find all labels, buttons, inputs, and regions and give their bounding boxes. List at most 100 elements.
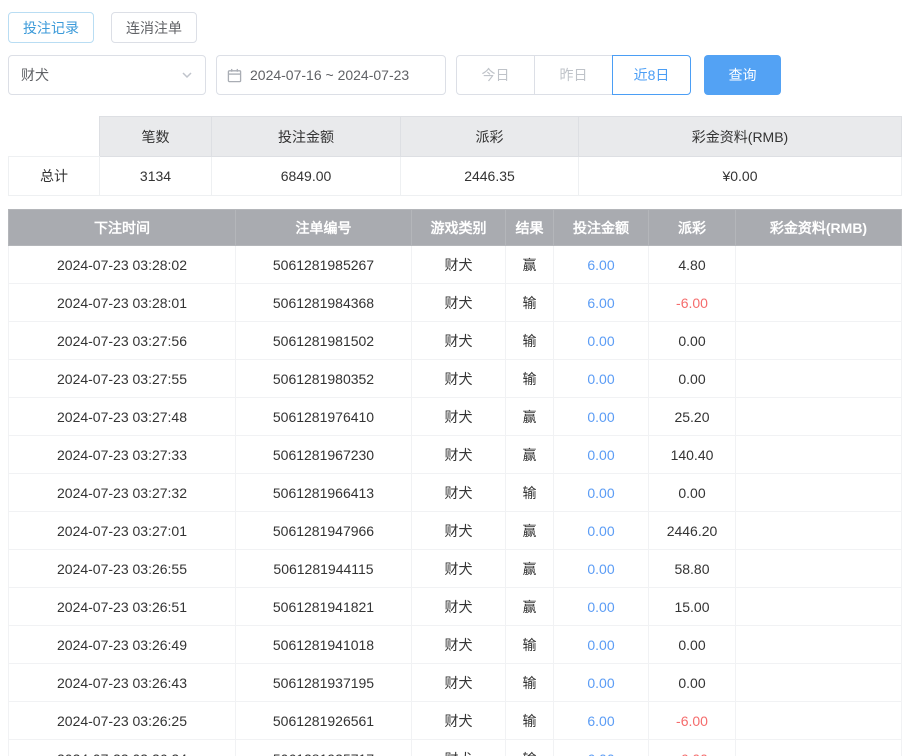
date-range-picker[interactable]: 2024-07-16 ~ 2024-07-23: [216, 55, 446, 95]
bonus-cell: [736, 588, 902, 626]
bonus-cell: [736, 246, 902, 284]
game-select-value: 财犬: [21, 65, 49, 85]
order-id-cell: 5061281941821: [236, 588, 412, 626]
bet-amount-link[interactable]: 0.00: [554, 550, 649, 588]
bet-amount-link[interactable]: 6.00: [554, 740, 649, 756]
result-cell: 赢: [506, 436, 554, 474]
table-row: 2024-07-23 03:26:515061281941821财犬赢0.001…: [9, 588, 902, 626]
bonus-cell: [736, 474, 902, 512]
order-id-cell: 5061281947966: [236, 512, 412, 550]
bet-time-cell: 2024-07-23 03:27:33: [9, 436, 236, 474]
order-id-cell: 5061281981502: [236, 322, 412, 360]
table-row: 2024-07-23 03:26:435061281937195财犬输0.000…: [9, 664, 902, 702]
payout-cell: 15.00: [649, 588, 736, 626]
date-range-value: 2024-07-16 ~ 2024-07-23: [250, 67, 409, 83]
tab-bet-records[interactable]: 投注记录: [8, 12, 94, 43]
summary-header-bonus: 彩金资料(RMB): [579, 117, 902, 157]
col-header-order-id: 注单编号: [236, 210, 412, 246]
summary-total-bonus: ¥0.00: [579, 157, 902, 196]
today-button[interactable]: 今日: [456, 55, 535, 95]
bet-amount-link[interactable]: 0.00: [554, 474, 649, 512]
filter-bar: 财犬 2024-07-16 ~ 2024-07-23 今日 昨日 近8日 查询: [8, 55, 901, 95]
bet-amount-link[interactable]: 0.00: [554, 360, 649, 398]
bet-amount-link[interactable]: 0.00: [554, 322, 649, 360]
result-cell: 输: [506, 322, 554, 360]
bet-amount-link[interactable]: 0.00: [554, 436, 649, 474]
bonus-cell: [736, 436, 902, 474]
bet-table-body: 2024-07-23 03:28:025061281985267财犬赢6.004…: [9, 246, 902, 756]
order-id-cell: 5061281925717: [236, 740, 412, 756]
bet-amount-link[interactable]: 0.00: [554, 626, 649, 664]
bet-time-cell: 2024-07-23 03:26:24: [9, 740, 236, 756]
col-header-bet-time: 下注时间: [9, 210, 236, 246]
result-cell: 赢: [506, 588, 554, 626]
bet-time-cell: 2024-07-23 03:27:01: [9, 512, 236, 550]
payout-cell: -6.00: [649, 702, 736, 740]
col-header-result: 结果: [506, 210, 554, 246]
table-row: 2024-07-23 03:28:015061281984368财犬输6.00-…: [9, 284, 902, 322]
result-cell: 输: [506, 740, 554, 756]
bet-amount-link[interactable]: 0.00: [554, 664, 649, 702]
summary-total-bet-amount: 6849.00: [212, 157, 401, 196]
game-type-cell: 财犬: [412, 436, 506, 474]
summary-total-count: 3134: [100, 157, 212, 196]
payout-cell: 0.00: [649, 360, 736, 398]
col-header-bonus: 彩金资料(RMB): [736, 210, 902, 246]
order-id-cell: 5061281937195: [236, 664, 412, 702]
bet-time-cell: 2024-07-23 03:27:56: [9, 322, 236, 360]
summary-header-count: 笔数: [100, 117, 212, 157]
summary-table: 笔数 投注金额 派彩 彩金资料(RMB) 总计 3134 6849.00 244…: [8, 116, 902, 196]
bonus-cell: [736, 398, 902, 436]
game-type-cell: 财犬: [412, 284, 506, 322]
table-row: 2024-07-23 03:26:245061281925717财犬输6.00-…: [9, 740, 902, 756]
table-row: 2024-07-23 03:27:325061281966413财犬输0.000…: [9, 474, 902, 512]
bet-time-cell: 2024-07-23 03:26:25: [9, 702, 236, 740]
bonus-cell: [736, 360, 902, 398]
payout-cell: 0.00: [649, 322, 736, 360]
summary-header-row: 笔数 投注金额 派彩 彩金资料(RMB): [9, 117, 902, 157]
order-id-cell: 5061281944115: [236, 550, 412, 588]
game-type-cell: 财犬: [412, 702, 506, 740]
last-8-days-button[interactable]: 近8日: [612, 55, 691, 95]
yesterday-button[interactable]: 昨日: [534, 55, 613, 95]
order-id-cell: 5061281926561: [236, 702, 412, 740]
summary-header-bet-amount: 投注金额: [212, 117, 401, 157]
bet-time-cell: 2024-07-23 03:26:43: [9, 664, 236, 702]
payout-cell: 0.00: [649, 474, 736, 512]
summary-total-label: 总计: [9, 157, 100, 196]
order-id-cell: 5061281941018: [236, 626, 412, 664]
order-id-cell: 5061281967230: [236, 436, 412, 474]
bet-records-table: 下注时间 注单编号 游戏类别 结果 投注金额 派彩 彩金资料(RMB) 2024…: [8, 209, 902, 756]
table-row: 2024-07-23 03:27:015061281947966财犬赢0.002…: [9, 512, 902, 550]
payout-cell: 0.00: [649, 626, 736, 664]
bet-time-cell: 2024-07-23 03:28:02: [9, 246, 236, 284]
payout-cell: 140.40: [649, 436, 736, 474]
table-row: 2024-07-23 03:27:555061281980352财犬输0.000…: [9, 360, 902, 398]
bet-amount-link[interactable]: 0.00: [554, 398, 649, 436]
order-id-cell: 5061281980352: [236, 360, 412, 398]
summary-total-row: 总计 3134 6849.00 2446.35 ¥0.00: [9, 157, 902, 196]
payout-cell: 0.00: [649, 664, 736, 702]
table-row: 2024-07-23 03:28:025061281985267财犬赢6.004…: [9, 246, 902, 284]
game-type-cell: 财犬: [412, 740, 506, 756]
bet-time-cell: 2024-07-23 03:28:01: [9, 284, 236, 322]
tab-cancelled-orders[interactable]: 连消注单: [111, 12, 197, 43]
bonus-cell: [736, 626, 902, 664]
table-row: 2024-07-23 03:26:495061281941018财犬输0.000…: [9, 626, 902, 664]
order-id-cell: 5061281984368: [236, 284, 412, 322]
bet-time-cell: 2024-07-23 03:27:32: [9, 474, 236, 512]
result-cell: 赢: [506, 550, 554, 588]
bet-amount-link[interactable]: 6.00: [554, 284, 649, 322]
game-select[interactable]: 财犬: [8, 55, 206, 95]
game-type-cell: 财犬: [412, 588, 506, 626]
col-header-payout: 派彩: [649, 210, 736, 246]
bet-amount-link[interactable]: 0.00: [554, 588, 649, 626]
payout-cell: 25.20: [649, 398, 736, 436]
summary-total-payout: 2446.35: [401, 157, 579, 196]
bet-amount-link[interactable]: 0.00: [554, 512, 649, 550]
game-type-cell: 财犬: [412, 550, 506, 588]
bet-amount-link[interactable]: 6.00: [554, 702, 649, 740]
search-button[interactable]: 查询: [704, 55, 781, 95]
game-type-cell: 财犬: [412, 512, 506, 550]
bet-amount-link[interactable]: 6.00: [554, 246, 649, 284]
